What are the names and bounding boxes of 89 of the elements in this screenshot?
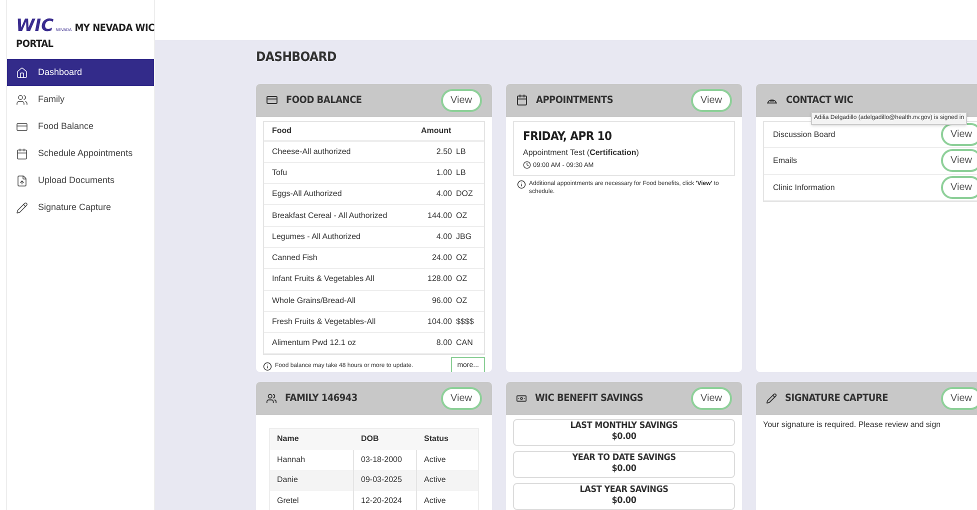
view-button[interactable]: View bbox=[940, 149, 977, 172]
card-title: WIC BENEFIT SAVINGS bbox=[535, 392, 644, 406]
sidebar-item[interactable]: Food Balance bbox=[7, 113, 154, 140]
sidebar-item[interactable]: Signature Capture bbox=[7, 194, 154, 221]
people-icon bbox=[16, 94, 28, 106]
contact-item: Discussion Board bbox=[773, 128, 836, 140]
info-icon bbox=[263, 362, 272, 372]
table-cell-text: 4.00 bbox=[435, 188, 452, 200]
table-cell-text: 1.00 bbox=[435, 166, 452, 179]
savings-label: YEAR TO DATE SAVINGS bbox=[572, 453, 676, 463]
info-icon bbox=[517, 180, 526, 190]
upload-icon bbox=[16, 174, 28, 186]
contact-item: Emails bbox=[773, 155, 798, 167]
portal-title: MY NEVADA WIC bbox=[74, 23, 154, 35]
table-cell-text: 8.00 bbox=[435, 337, 452, 350]
column-header: Food bbox=[272, 124, 293, 136]
table-cell-text: 128.00 bbox=[426, 273, 452, 286]
calendar-icon bbox=[16, 148, 28, 160]
card-title: APPOINTMENTS bbox=[536, 94, 614, 108]
table-cell-text: LB bbox=[455, 166, 467, 179]
savings-value: $0.00 bbox=[612, 463, 636, 475]
portal-title: PORTAL bbox=[16, 39, 54, 51]
sidebar-item[interactable]: Family bbox=[7, 86, 154, 113]
table-cell-text: Active bbox=[423, 474, 446, 486]
table-cell-text: OZ bbox=[455, 273, 468, 286]
savings-label: LAST MONTHLY SAVINGS bbox=[570, 421, 678, 431]
table-cell-text: Cheese-All authorized bbox=[272, 146, 352, 158]
table-cell-text: Canned Fish bbox=[272, 252, 318, 264]
banknote-icon bbox=[516, 392, 527, 404]
pencil-icon bbox=[16, 202, 28, 214]
table-cell-text: Infant Fruits & Vegetables All bbox=[272, 273, 376, 286]
table-cell-text: Breakfast Cereal - All Authorized bbox=[272, 210, 388, 222]
table-cell-text: 96.00 bbox=[430, 294, 452, 307]
table-cell-text: Active bbox=[423, 454, 446, 466]
table-cell-text: Active bbox=[423, 494, 446, 507]
clock-icon bbox=[523, 161, 531, 170]
appointment-name: Appointment Test (Certification) bbox=[523, 146, 640, 158]
table-cell-text: 104.00 bbox=[426, 316, 452, 328]
calendar-icon bbox=[516, 94, 528, 106]
table-cell: 12-20-2024 bbox=[354, 490, 417, 510]
sidebar-item[interactable]: Upload Documents bbox=[7, 167, 154, 194]
column-header: Name bbox=[276, 433, 300, 445]
page-title: DASHBOARD bbox=[256, 49, 338, 67]
table-cell-text: OZ bbox=[455, 252, 468, 264]
column-header: Status bbox=[423, 433, 448, 445]
card-icon bbox=[16, 120, 28, 132]
sidebar-item[interactable]: Dashboard bbox=[7, 59, 154, 86]
table-cell-text: LB bbox=[455, 146, 467, 158]
savings-value: $0.00 bbox=[612, 495, 636, 507]
pencil-icon bbox=[766, 392, 777, 404]
table-cell-text: CAN bbox=[455, 337, 474, 350]
people-icon bbox=[266, 392, 277, 404]
table-cell-text: Whole Grains/Bread-All bbox=[272, 294, 357, 307]
column-header: Amount bbox=[421, 124, 452, 136]
view-button[interactable]: View bbox=[440, 386, 482, 410]
table-cell-text: Alimentum Pwd 12.1 oz bbox=[272, 337, 358, 350]
table-cell-text: 24.00 bbox=[430, 252, 452, 264]
table-cell-text: Legumes - All Authorized bbox=[272, 230, 362, 243]
view-button[interactable]: View bbox=[940, 122, 977, 146]
table-cell-text: 4.00 bbox=[435, 230, 452, 243]
card-icon bbox=[266, 94, 278, 106]
view-button[interactable]: View bbox=[440, 88, 482, 112]
card-title: SIGNATURE CAPTURE bbox=[785, 392, 889, 406]
savings-value: $0.00 bbox=[612, 431, 636, 443]
home-icon bbox=[16, 66, 28, 78]
view-button[interactable]: View bbox=[690, 88, 732, 112]
card-title: FOOD BALANCE bbox=[286, 94, 363, 108]
appointment-date: FRIDAY, APR 10 bbox=[523, 128, 613, 144]
table-cell-text: OZ bbox=[455, 294, 468, 307]
column-header: DOB bbox=[360, 433, 380, 445]
table-cell-text: Eggs-All Authorized bbox=[272, 188, 343, 200]
table-cell-text: DOZ bbox=[455, 188, 474, 200]
table-cell-text: OZ bbox=[455, 210, 468, 222]
table-cell: Gretel bbox=[270, 490, 354, 510]
table-cell-text: Tofu bbox=[272, 166, 288, 179]
card-title: FAMILY 146943 bbox=[285, 392, 358, 406]
table-cell-text: 2.50 bbox=[435, 146, 452, 158]
sidebar-item[interactable]: Schedule Appointments bbox=[7, 140, 154, 167]
savings-label: LAST YEAR SAVINGS bbox=[580, 485, 668, 495]
contact-item: Clinic Information bbox=[773, 182, 836, 194]
card-title: CONTACT WIC bbox=[786, 94, 854, 108]
view-button[interactable]: View bbox=[940, 386, 977, 410]
table-cell-text: $$$$ bbox=[455, 316, 475, 328]
table-cell-text: Fresh Fruits & Vegetables-All bbox=[272, 316, 377, 328]
signature-text: Your signature is required. Please review and sign bbox=[763, 418, 942, 430]
table-cell-text: 144.00 bbox=[426, 210, 452, 222]
view-button[interactable]: View bbox=[940, 176, 977, 199]
table-cell-text: JBG bbox=[455, 230, 473, 243]
view-button[interactable]: View bbox=[690, 386, 732, 410]
